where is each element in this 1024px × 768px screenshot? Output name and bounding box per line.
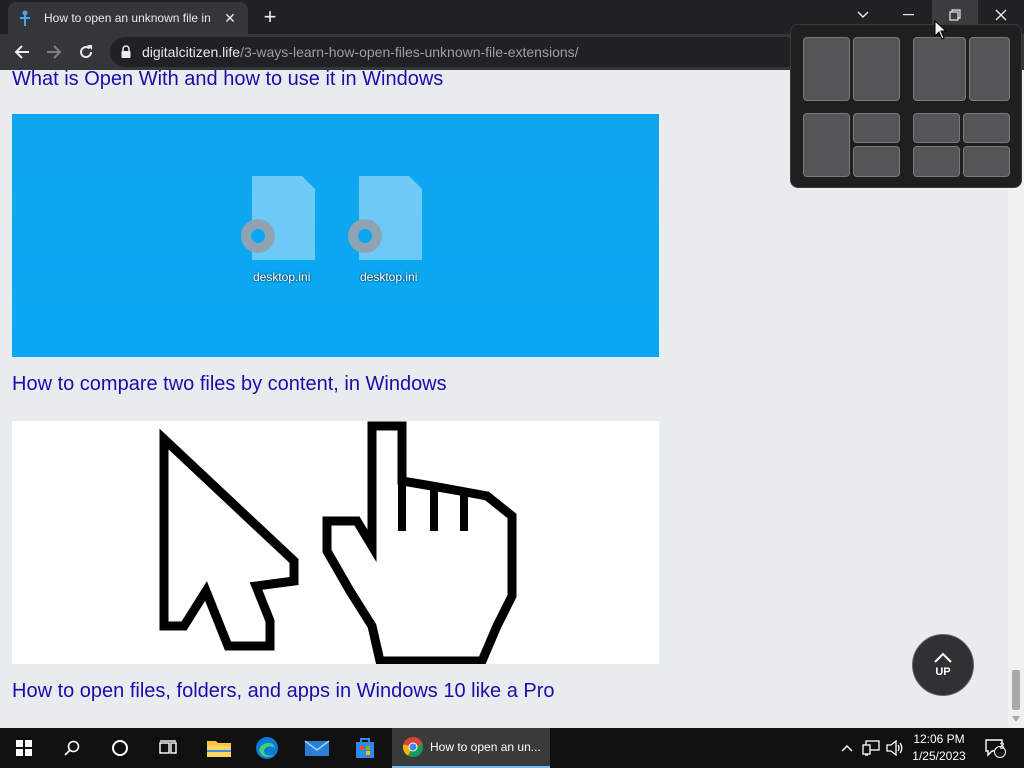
url-path: /3-ways-learn-how-open-files-unknown-fil… [240, 44, 579, 60]
cortana-icon[interactable] [96, 728, 144, 768]
chevron-up-icon [934, 652, 952, 663]
snap-zone[interactable] [913, 113, 960, 143]
screen: How to open an unknown file in ✕ + digit… [0, 0, 1024, 768]
desktop-ini-illustration [241, 176, 422, 260]
file-label: desktop.ini [253, 270, 311, 284]
mail-icon[interactable] [293, 728, 341, 768]
browser-tab[interactable]: How to open an unknown file in ✕ [8, 2, 248, 34]
file-explorer-icon[interactable] [195, 728, 243, 768]
forward-icon[interactable] [40, 38, 68, 66]
edge-icon[interactable] [243, 728, 291, 768]
task-view-icon[interactable] [144, 728, 192, 768]
taskbar-app-title: How to open an un... [430, 740, 541, 754]
snap-zone[interactable] [913, 146, 960, 177]
article-link-compare-files[interactable]: How to compare two files by content, in … [12, 373, 447, 396]
new-tab-icon[interactable]: + [256, 4, 284, 30]
snap-zone[interactable] [803, 113, 850, 177]
hand-cursor-icon [322, 421, 517, 664]
article-link-open-like-pro[interactable]: How to open files, folders, and apps in … [12, 680, 555, 703]
taskbar-chrome-app[interactable]: How to open an un... [392, 728, 550, 768]
file-icon [241, 176, 315, 260]
search-icon[interactable] [48, 728, 96, 768]
cursor-illustration [159, 421, 517, 664]
scrollbar-thumb[interactable] [1012, 670, 1020, 710]
file-icon [348, 176, 422, 260]
clock-time: 12:06 PM [913, 732, 965, 746]
article-thumbnail-cursors[interactable] [12, 421, 659, 664]
scroll-up-button[interactable]: UP [912, 634, 974, 696]
microsoft-store-icon[interactable] [341, 728, 389, 768]
tab-title: How to open an unknown file in [44, 11, 211, 25]
reload-icon[interactable] [72, 38, 100, 66]
mouse-pointer-icon [934, 20, 948, 40]
back-icon[interactable] [8, 38, 36, 66]
snap-zone[interactable] [853, 146, 900, 177]
action-center-icon[interactable]: 3 [980, 728, 1010, 768]
snap-zone[interactable] [853, 113, 900, 143]
snap-zone[interactable] [913, 37, 966, 101]
network-icon[interactable] [860, 728, 882, 768]
article-link-open-with[interactable]: What is Open With and how to use it in W… [12, 70, 443, 91]
tab-close-icon[interactable]: ✕ [222, 10, 238, 27]
windows-start-icon[interactable] [0, 728, 48, 768]
notification-count-badge: 3 [999, 741, 1005, 751]
snap-zone[interactable] [803, 37, 850, 101]
snap-zone[interactable] [963, 113, 1010, 143]
scroll-down-icon[interactable] [1012, 716, 1020, 722]
lock-icon[interactable] [120, 45, 132, 59]
address-bar[interactable]: digitalcitizen.life/3-ways-learn-how-ope… [110, 37, 800, 67]
file-label: desktop.ini [360, 270, 418, 284]
chrome-icon [402, 737, 424, 758]
article-thumbnail-desktop-ini[interactable]: desktop.ini desktop.ini [12, 114, 659, 357]
snap-layouts-flyout [790, 24, 1022, 188]
snap-zone[interactable] [963, 146, 1010, 177]
system-clock[interactable]: 12:06 PM 1/25/2023 [900, 731, 978, 765]
url-domain: digitalcitizen.life [142, 44, 241, 60]
taskbar: How to open an un... 12:06 PM 1/25/2023 … [0, 728, 1024, 768]
scroll-up-label: UP [935, 666, 951, 678]
snap-zone[interactable] [853, 37, 900, 101]
show-hidden-icons-chevron-icon[interactable] [838, 728, 856, 768]
arrow-cursor-icon [159, 428, 299, 651]
site-favicon-icon [20, 10, 30, 26]
snap-zone[interactable] [969, 37, 1010, 101]
clock-date: 1/25/2023 [912, 749, 966, 763]
